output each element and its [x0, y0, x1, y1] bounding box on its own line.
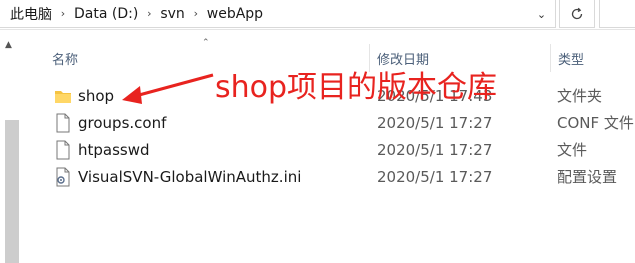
column-header-name[interactable]: 名称: [46, 44, 370, 72]
address-history-button[interactable]: ⌄: [528, 0, 555, 28]
file-type: 文件: [557, 141, 588, 159]
file-icon: [56, 140, 70, 160]
settings-file-icon: [56, 167, 70, 187]
chevron-right-icon[interactable]: ›: [54, 7, 72, 20]
search-box[interactable]: [599, 0, 635, 28]
refresh-icon: [571, 7, 583, 19]
chevron-down-icon: ⌄: [536, 7, 547, 21]
breadcrumb[interactable]: 此电脑 › Data (D:) › svn › webApp: [0, 0, 556, 28]
chevron-right-icon[interactable]: ›: [140, 7, 158, 20]
file-date: 2020/5/1 17:27: [377, 167, 493, 186]
column-header-type[interactable]: 类型: [552, 44, 635, 72]
breadcrumb-svn[interactable]: svn: [158, 6, 186, 22]
file-icon: [56, 113, 70, 133]
chevron-right-icon[interactable]: ›: [187, 7, 205, 20]
file-date: 2020/5/1 17:27: [377, 113, 493, 132]
file-name: htpasswd: [78, 140, 150, 159]
folder-icon: [55, 91, 71, 103]
annotation-label: shop项目的版本仓库: [215, 70, 498, 105]
file-type: 文件夹: [557, 87, 603, 105]
refresh-button[interactable]: [559, 0, 595, 28]
annotation-arrow-icon: [122, 73, 214, 104]
breadcrumb-data-drive[interactable]: Data (D:): [72, 6, 140, 22]
list-item[interactable]: VisualSVN-GlobalWinAuthz.ini 2020/5/1 17…: [46, 163, 635, 190]
list-item[interactable]: htpasswd 2020/5/1 17:27 文件: [46, 136, 635, 163]
file-date: 2020/5/1 17:27: [377, 140, 493, 159]
scroll-up-icon[interactable]: ▲: [5, 40, 12, 50]
column-header-date[interactable]: 修改日期: [371, 44, 551, 72]
file-name: groups.conf: [78, 113, 167, 132]
file-type: CONF 文件: [557, 114, 634, 132]
navigation-pane[interactable]: ▲: [0, 30, 22, 263]
navigation-scrollbar[interactable]: [5, 120, 19, 263]
address-bar: 此电脑 › Data (D:) › svn › webApp ⌄: [0, 0, 635, 30]
breadcrumb-this-pc[interactable]: 此电脑: [0, 4, 54, 24]
file-name: VisualSVN-GlobalWinAuthz.ini: [78, 167, 302, 186]
file-name: shop: [78, 86, 115, 105]
list-item[interactable]: groups.conf 2020/5/1 17:27 CONF 文件: [46, 109, 635, 136]
breadcrumb-webapp[interactable]: webApp: [205, 6, 265, 22]
file-type: 配置设置: [557, 168, 618, 186]
